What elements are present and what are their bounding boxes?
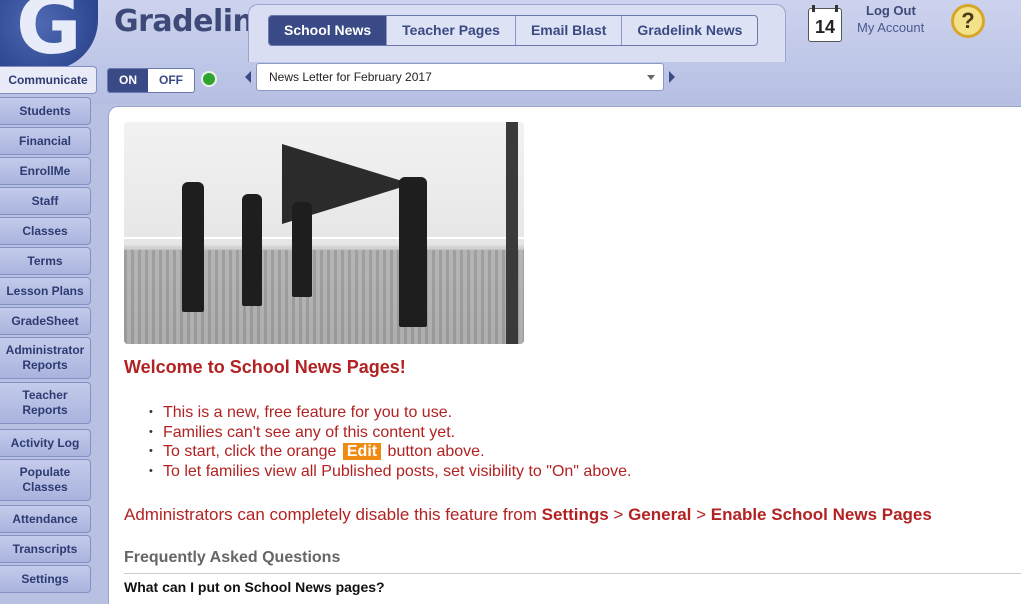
sidebar-item-populate-classes[interactable]: Populate Classes — [0, 459, 91, 501]
settings-path-enable: Enable School News Pages — [710, 505, 932, 524]
faq-divider — [124, 573, 1021, 574]
list-item: To let families view all Published posts… — [149, 462, 631, 482]
dropdown-caret-icon — [647, 75, 655, 80]
photo-figure — [399, 177, 427, 327]
visibility-toggle[interactable]: ON OFF — [107, 68, 195, 93]
main-tabs: School News Teacher Pages Email Blast Gr… — [268, 15, 759, 46]
path-separator: > — [691, 505, 711, 524]
welcome-title: Welcome to School News Pages! — [124, 357, 406, 377]
sidebar-item-financial[interactable]: Financial — [0, 127, 91, 155]
settings-path-settings: Settings — [541, 505, 609, 524]
intro-bullets: This is a new, free feature for you to u… — [149, 403, 631, 481]
toggle-on[interactable]: ON — [108, 69, 148, 92]
sidebar-item-classes[interactable]: Classes — [0, 217, 91, 245]
faq-title: Frequently Asked Questions — [124, 549, 341, 566]
help-icon[interactable]: ? — [951, 4, 985, 38]
my-account-link[interactable]: My Account — [857, 20, 924, 35]
bullet-text: button above. — [387, 443, 485, 460]
photo-pole — [506, 122, 518, 344]
tab-school-news[interactable]: School News — [269, 16, 388, 45]
edit-chip: Edit — [342, 443, 382, 460]
faq-question[interactable]: What can I put on School News pages? — [124, 579, 385, 595]
sidebar-item-attendance[interactable]: Attendance — [0, 505, 91, 533]
gradelink-logo[interactable]: G — [0, 0, 98, 70]
sidebar-item-enrollme[interactable]: EnrollMe — [0, 157, 91, 185]
newsletter-photo — [124, 122, 524, 344]
logout-link[interactable]: Log Out — [866, 3, 916, 18]
bullet-text: To start, click the orange — [163, 443, 337, 460]
toggle-off[interactable]: OFF — [148, 69, 194, 92]
list-item: Families can't see any of this content y… — [149, 423, 631, 443]
sidebar-item-terms[interactable]: Terms — [0, 247, 91, 275]
sidebar-item-teacher-reports[interactable]: Teacher Reports — [0, 382, 91, 424]
bullet-text: This is a new, free feature for you to u… — [163, 404, 453, 421]
tab-email-blast[interactable]: Email Blast — [516, 16, 623, 45]
status-dot — [201, 71, 217, 87]
sidebar-item-students[interactable]: Students — [0, 97, 91, 125]
admin-disable-note: Administrators can completely disable th… — [124, 505, 932, 525]
newsletter-select[interactable]: News Letter for February 2017 — [256, 63, 664, 91]
tab-teacher-pages[interactable]: Teacher Pages — [387, 16, 516, 45]
sidebar-item-communicate[interactable]: Communicate — [0, 66, 97, 94]
bullet-text: To let families view all Published posts… — [163, 462, 632, 480]
prev-arrow-icon[interactable] — [245, 71, 251, 83]
next-arrow-icon[interactable] — [669, 71, 675, 83]
path-separator: > — [608, 505, 629, 524]
newsletter-select-value: News Letter for February 2017 — [269, 70, 432, 84]
calendar-icon[interactable]: 14 — [808, 5, 842, 42]
admin-note-text: Administrators can completely disable th… — [124, 505, 537, 524]
photo-figure — [242, 194, 262, 306]
sidebar-item-transcripts[interactable]: Transcripts — [0, 535, 91, 563]
settings-path-general: General — [628, 505, 692, 524]
sidebar-item-staff[interactable]: Staff — [0, 187, 91, 215]
news-content-panel: Welcome to School News Pages! This is a … — [108, 106, 1021, 604]
list-item: This is a new, free feature for you to u… — [149, 403, 631, 423]
photo-figure — [182, 182, 204, 312]
bullet-text: Families can't see any of this content y… — [163, 423, 456, 441]
logo-letter: G — [16, 0, 82, 70]
photo-figure — [292, 202, 312, 297]
list-item: To start, click the orange Edit button a… — [149, 442, 631, 462]
sidebar-item-lesson-plans[interactable]: Lesson Plans — [0, 277, 91, 305]
tab-gradelink-news[interactable]: Gradelink News — [622, 16, 757, 45]
sidebar-item-gradesheet[interactable]: GradeSheet — [0, 307, 91, 335]
sidebar-item-settings[interactable]: Settings — [0, 565, 91, 593]
sidebar-item-activity-log[interactable]: Activity Log — [0, 429, 91, 457]
sidebar-item-administrator-reports[interactable]: Administrator Reports — [0, 337, 91, 379]
